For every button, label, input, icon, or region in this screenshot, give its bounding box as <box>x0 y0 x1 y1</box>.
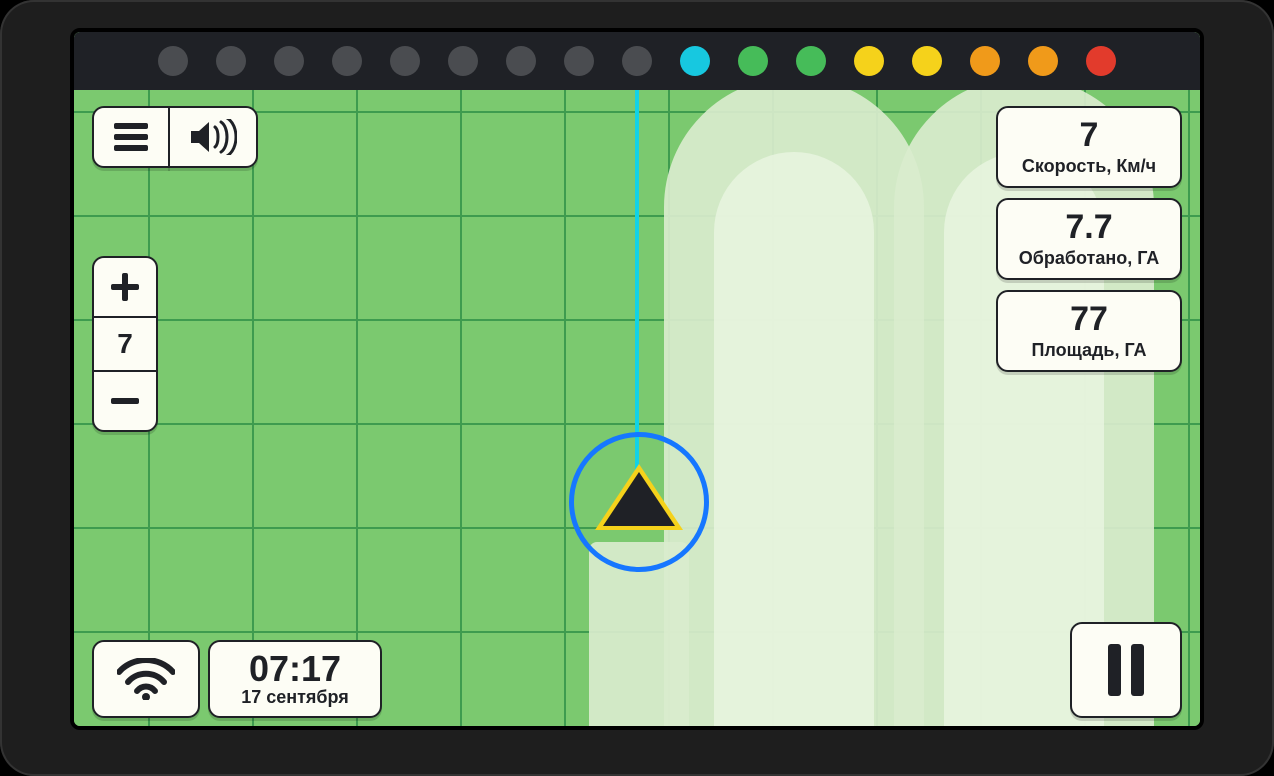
area-value: 77 <box>1070 302 1108 336</box>
processed-value: 7.7 <box>1065 210 1112 244</box>
led-off <box>622 46 652 76</box>
lightbar <box>74 32 1200 90</box>
led-off <box>216 46 246 76</box>
clock-date: 17 сентября <box>241 687 349 708</box>
wifi-icon <box>117 658 175 700</box>
processed-widget[interactable]: 7.7 Обработано, ГА <box>996 198 1182 280</box>
wifi-button[interactable] <box>92 640 200 718</box>
device-bezel: 7 07:17 17 сентября 7 Скорость, Км <box>0 0 1274 776</box>
vehicle-marker <box>603 472 675 526</box>
hamburger-icon <box>114 123 148 151</box>
led-yellow <box>854 46 884 76</box>
led-off <box>390 46 420 76</box>
speed-label: Скорость, Км/ч <box>1022 156 1156 177</box>
menu-button[interactable] <box>92 106 170 168</box>
led-yellow <box>912 46 942 76</box>
zoom-in-button[interactable] <box>92 256 158 318</box>
sound-button[interactable] <box>168 106 258 168</box>
screen: 7 07:17 17 сентября 7 Скорость, Км <box>70 28 1204 730</box>
zoom-out-button[interactable] <box>92 370 158 432</box>
pause-button[interactable] <box>1070 622 1182 718</box>
led-off <box>332 46 362 76</box>
led-off <box>506 46 536 76</box>
led-off <box>274 46 304 76</box>
clock-time: 07:17 <box>249 651 341 687</box>
speaker-icon <box>189 119 237 155</box>
plus-icon <box>111 273 139 301</box>
led-off <box>448 46 478 76</box>
minus-icon <box>111 387 139 415</box>
led-orange <box>1028 46 1058 76</box>
led-red <box>1086 46 1116 76</box>
clock-panel[interactable]: 07:17 17 сентября <box>208 640 382 718</box>
led-orange <box>970 46 1000 76</box>
zoom-level: 7 <box>92 316 158 372</box>
led-off <box>564 46 594 76</box>
speed-value: 7 <box>1080 118 1099 152</box>
led-green <box>738 46 768 76</box>
led-green <box>796 46 826 76</box>
led-center <box>680 46 710 76</box>
processed-label: Обработано, ГА <box>1019 248 1160 269</box>
speed-widget[interactable]: 7 Скорость, Км/ч <box>996 106 1182 188</box>
led-off <box>158 46 188 76</box>
area-label: Площадь, ГА <box>1031 340 1146 361</box>
pause-icon <box>1106 644 1146 696</box>
zoom-level-value: 7 <box>117 328 133 360</box>
area-widget[interactable]: 77 Площадь, ГА <box>996 290 1182 372</box>
